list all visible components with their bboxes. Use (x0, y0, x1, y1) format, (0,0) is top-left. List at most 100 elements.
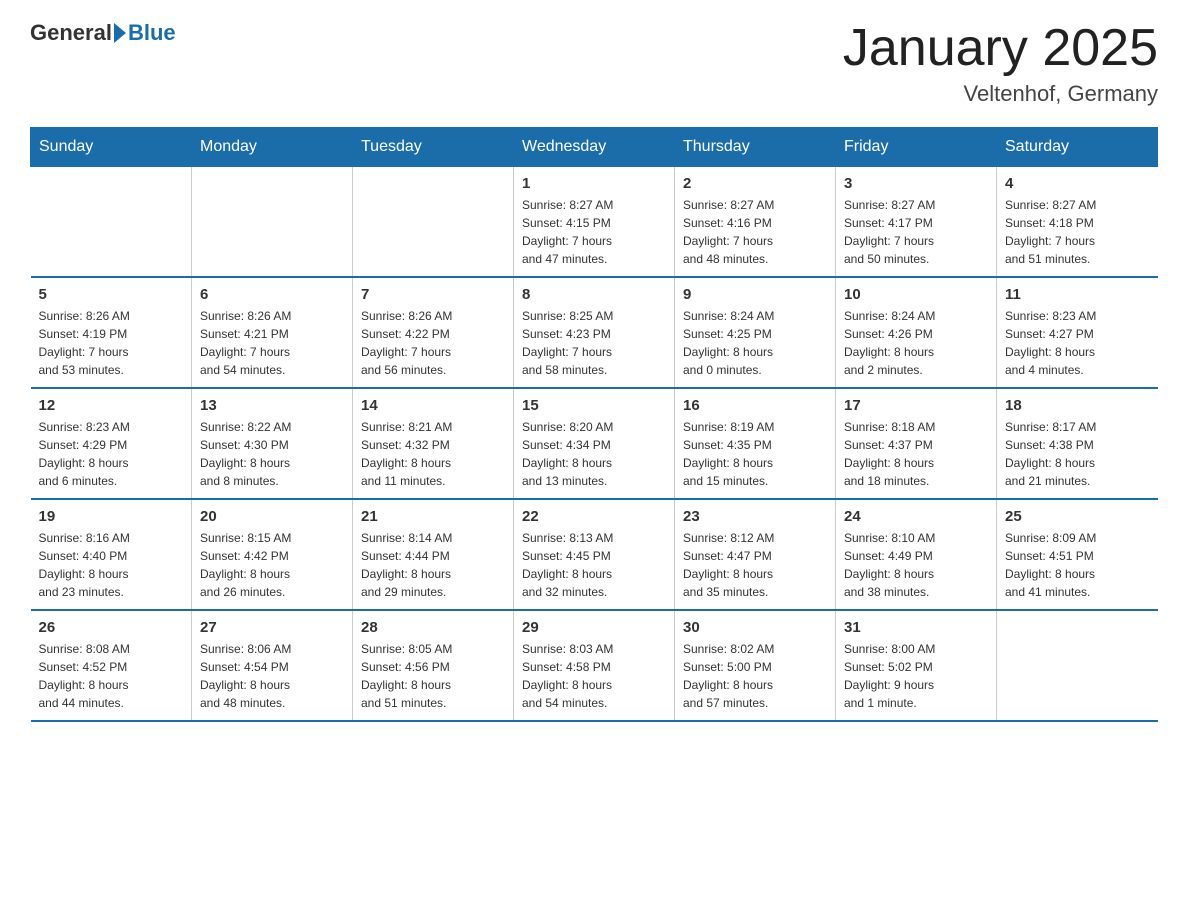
day-number: 22 (522, 508, 666, 525)
day-number: 23 (683, 508, 827, 525)
day-info: Sunrise: 8:06 AM Sunset: 4:54 PM Dayligh… (200, 640, 344, 712)
calendar-cell (31, 167, 192, 278)
day-info: Sunrise: 8:22 AM Sunset: 4:30 PM Dayligh… (200, 418, 344, 490)
day-info: Sunrise: 8:27 AM Sunset: 4:15 PM Dayligh… (522, 196, 666, 268)
day-info: Sunrise: 8:09 AM Sunset: 4:51 PM Dayligh… (1005, 529, 1150, 601)
day-info: Sunrise: 8:26 AM Sunset: 4:21 PM Dayligh… (200, 307, 344, 379)
header-sunday: Sunday (31, 128, 192, 167)
day-info: Sunrise: 8:21 AM Sunset: 4:32 PM Dayligh… (361, 418, 505, 490)
week-row-4: 19Sunrise: 8:16 AM Sunset: 4:40 PM Dayli… (31, 499, 1158, 610)
calendar-cell: 17 Sunrise: 8:18 AM Sunset: 4:37 PM Dayli… (836, 388, 997, 499)
day-info: Sunrise: 8:26 AM Sunset: 4:22 PM Dayligh… (361, 307, 505, 379)
day-info: Sunrise: 8:05 AM Sunset: 4:56 PM Dayligh… (361, 640, 505, 712)
calendar-header-row: SundayMondayTuesdayWednesdayThursdayFrid… (31, 128, 1158, 167)
calendar-cell: 26 Sunrise: 8:08 AM Sunset: 4:52 PM Dayli… (31, 610, 192, 721)
day-number: 24 (844, 508, 988, 525)
week-row-2: 5 Sunrise: 8:26 AM Sunset: 4:19 PM Daylig… (31, 277, 1158, 388)
calendar-cell (997, 610, 1158, 721)
calendar-cell: 20Sunrise: 8:15 AM Sunset: 4:42 PM Dayli… (192, 499, 353, 610)
header-monday: Monday (192, 128, 353, 167)
calendar-cell: 5 Sunrise: 8:26 AM Sunset: 4:19 PM Daylig… (31, 277, 192, 388)
day-info: Sunrise: 8:15 AM Sunset: 4:42 PM Dayligh… (200, 529, 344, 601)
day-number: 25 (1005, 508, 1150, 525)
day-number: 11 (1005, 286, 1150, 303)
day-number: 14 (361, 397, 505, 414)
day-number: 12 (39, 397, 184, 414)
header-thursday: Thursday (675, 128, 836, 167)
day-info: Sunrise: 8:14 AM Sunset: 4:44 PM Dayligh… (361, 529, 505, 601)
day-info: Sunrise: 8:10 AM Sunset: 4:49 PM Dayligh… (844, 529, 988, 601)
calendar-cell: 15 Sunrise: 8:20 AM Sunset: 4:34 PM Dayli… (514, 388, 675, 499)
day-info: Sunrise: 8:17 AM Sunset: 4:38 PM Dayligh… (1005, 418, 1150, 490)
day-number: 27 (200, 619, 344, 636)
calendar-cell: 11 Sunrise: 8:23 AM Sunset: 4:27 PM Dayli… (997, 277, 1158, 388)
calendar-cell: 7 Sunrise: 8:26 AM Sunset: 4:22 PM Daylig… (353, 277, 514, 388)
day-info: Sunrise: 8:13 AM Sunset: 4:45 PM Dayligh… (522, 529, 666, 601)
calendar-cell (192, 167, 353, 278)
day-number: 1 (522, 175, 666, 192)
calendar-cell: 22 Sunrise: 8:13 AM Sunset: 4:45 PM Dayli… (514, 499, 675, 610)
day-info: Sunrise: 8:23 AM Sunset: 4:29 PM Dayligh… (39, 418, 184, 490)
calendar-cell: 28 Sunrise: 8:05 AM Sunset: 4:56 PM Dayli… (353, 610, 514, 721)
week-row-5: 26 Sunrise: 8:08 AM Sunset: 4:52 PM Dayli… (31, 610, 1158, 721)
day-number: 31 (844, 619, 988, 636)
day-info: Sunrise: 8:24 AM Sunset: 4:25 PM Dayligh… (683, 307, 827, 379)
week-row-3: 12 Sunrise: 8:23 AM Sunset: 4:29 PM Dayli… (31, 388, 1158, 499)
day-number: 5 (39, 286, 184, 303)
day-info: Sunrise: 8:27 AM Sunset: 4:18 PM Dayligh… (1005, 196, 1150, 268)
header-saturday: Saturday (997, 128, 1158, 167)
calendar-cell: 16Sunrise: 8:19 AM Sunset: 4:35 PM Dayli… (675, 388, 836, 499)
day-number: 9 (683, 286, 827, 303)
calendar-cell: 27 Sunrise: 8:06 AM Sunset: 4:54 PM Dayli… (192, 610, 353, 721)
logo-arrow-icon (114, 23, 126, 43)
calendar-cell: 1 Sunrise: 8:27 AM Sunset: 4:15 PM Daylig… (514, 167, 675, 278)
header-friday: Friday (836, 128, 997, 167)
day-number: 16 (683, 397, 827, 414)
day-info: Sunrise: 8:27 AM Sunset: 4:16 PM Dayligh… (683, 196, 827, 268)
calendar-cell: 31Sunrise: 8:00 AM Sunset: 5:02 PM Dayli… (836, 610, 997, 721)
day-number: 6 (200, 286, 344, 303)
logo: General Blue (30, 20, 176, 46)
day-number: 17 (844, 397, 988, 414)
calendar-cell: 30Sunrise: 8:02 AM Sunset: 5:00 PM Dayli… (675, 610, 836, 721)
location-title: Veltenhof, Germany (843, 81, 1158, 107)
day-info: Sunrise: 8:08 AM Sunset: 4:52 PM Dayligh… (39, 640, 184, 712)
header-tuesday: Tuesday (353, 128, 514, 167)
day-number: 15 (522, 397, 666, 414)
day-number: 3 (844, 175, 988, 192)
calendar-cell: 24 Sunrise: 8:10 AM Sunset: 4:49 PM Dayli… (836, 499, 997, 610)
header-wednesday: Wednesday (514, 128, 675, 167)
calendar-cell: 2 Sunrise: 8:27 AM Sunset: 4:16 PM Daylig… (675, 167, 836, 278)
day-info: Sunrise: 8:12 AM Sunset: 4:47 PM Dayligh… (683, 529, 827, 601)
day-number: 13 (200, 397, 344, 414)
day-info: Sunrise: 8:27 AM Sunset: 4:17 PM Dayligh… (844, 196, 988, 268)
day-number: 19 (39, 508, 184, 525)
day-info: Sunrise: 8:23 AM Sunset: 4:27 PM Dayligh… (1005, 307, 1150, 379)
day-number: 10 (844, 286, 988, 303)
day-number: 7 (361, 286, 505, 303)
calendar-cell: 13 Sunrise: 8:22 AM Sunset: 4:30 PM Dayli… (192, 388, 353, 499)
logo-blue-text: Blue (128, 20, 176, 46)
day-number: 8 (522, 286, 666, 303)
calendar-cell: 21Sunrise: 8:14 AM Sunset: 4:44 PM Dayli… (353, 499, 514, 610)
page-header: General Blue January 2025 Veltenhof, Ger… (30, 20, 1158, 107)
day-number: 26 (39, 619, 184, 636)
calendar-cell: 23 Sunrise: 8:12 AM Sunset: 4:47 PM Dayli… (675, 499, 836, 610)
day-info: Sunrise: 8:18 AM Sunset: 4:37 PM Dayligh… (844, 418, 988, 490)
calendar-cell: 18Sunrise: 8:17 AM Sunset: 4:38 PM Dayli… (997, 388, 1158, 499)
calendar-cell: 4Sunrise: 8:27 AM Sunset: 4:18 PM Daylig… (997, 167, 1158, 278)
day-number: 28 (361, 619, 505, 636)
day-number: 2 (683, 175, 827, 192)
day-info: Sunrise: 8:26 AM Sunset: 4:19 PM Dayligh… (39, 307, 184, 379)
calendar-cell: 9 Sunrise: 8:24 AM Sunset: 4:25 PM Daylig… (675, 277, 836, 388)
calendar-cell: 8Sunrise: 8:25 AM Sunset: 4:23 PM Daylig… (514, 277, 675, 388)
logo-general-text: General (30, 20, 112, 46)
calendar-cell: 3 Sunrise: 8:27 AM Sunset: 4:17 PM Daylig… (836, 167, 997, 278)
calendar-cell: 10 Sunrise: 8:24 AM Sunset: 4:26 PM Dayli… (836, 277, 997, 388)
month-title: January 2025 (843, 20, 1158, 77)
day-info: Sunrise: 8:20 AM Sunset: 4:34 PM Dayligh… (522, 418, 666, 490)
day-info: Sunrise: 8:24 AM Sunset: 4:26 PM Dayligh… (844, 307, 988, 379)
day-info: Sunrise: 8:02 AM Sunset: 5:00 PM Dayligh… (683, 640, 827, 712)
calendar-cell: 6 Sunrise: 8:26 AM Sunset: 4:21 PM Daylig… (192, 277, 353, 388)
calendar-table: SundayMondayTuesdayWednesdayThursdayFrid… (30, 127, 1158, 722)
